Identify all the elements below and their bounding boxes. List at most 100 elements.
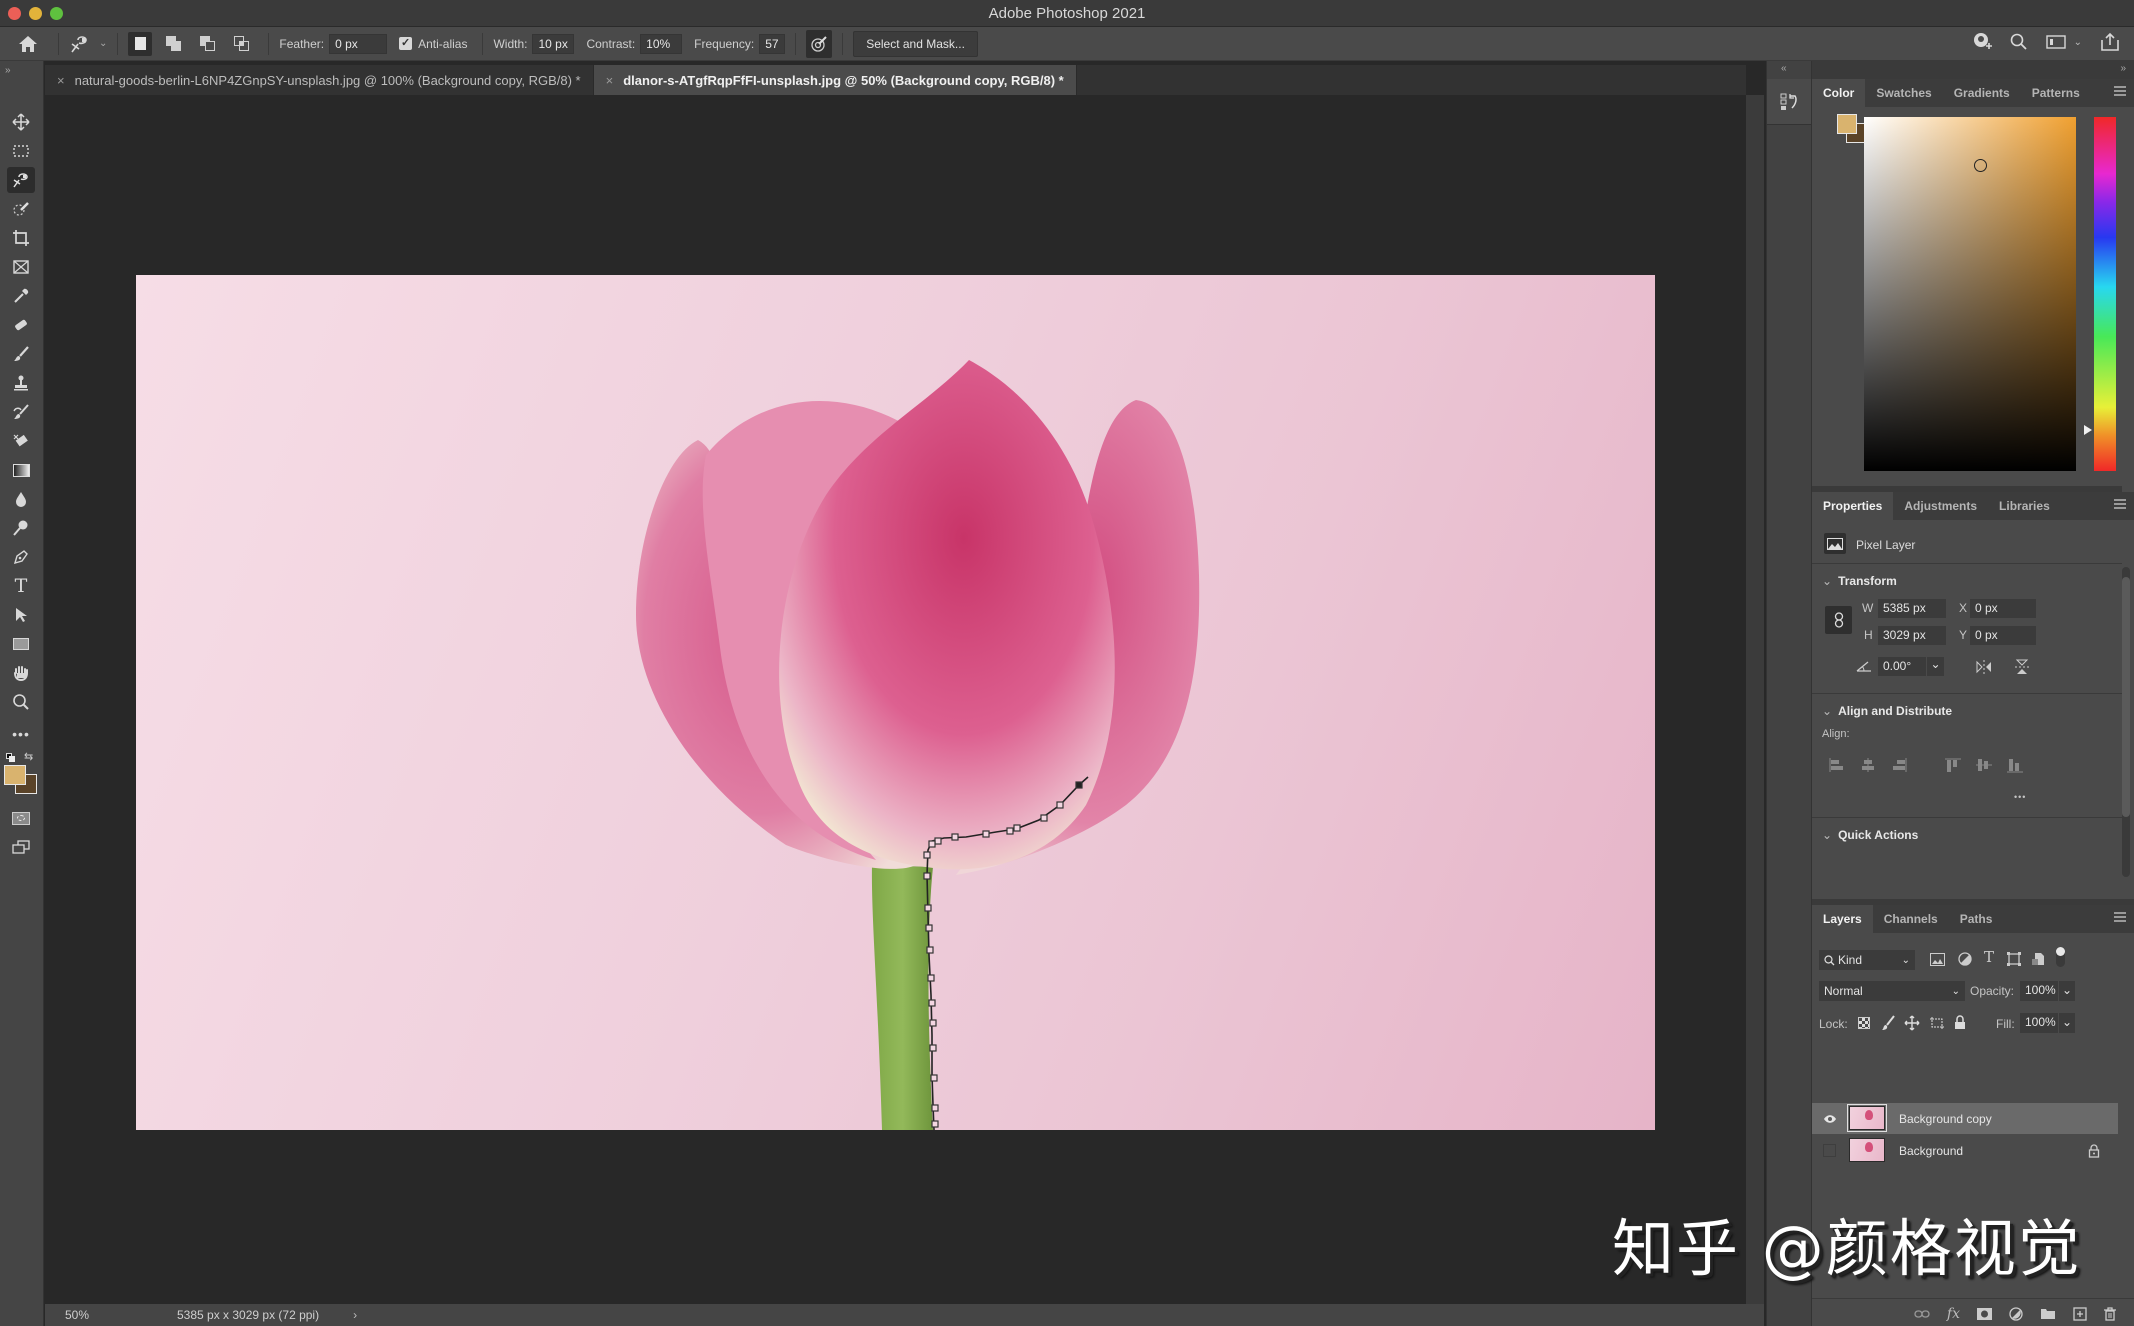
layer-row-background-copy[interactable]: Background copy xyxy=(1812,1103,2118,1134)
move-tool[interactable] xyxy=(7,109,35,135)
hue-slider-handle[interactable] xyxy=(2084,425,2092,435)
intersect-selection-button[interactable] xyxy=(230,32,254,56)
document-tab[interactable]: × natural-goods-berlin-L6NP4ZGnpSY-unspl… xyxy=(45,65,594,95)
close-tab-icon[interactable]: × xyxy=(57,73,65,88)
flip-vertical-icon[interactable] xyxy=(2014,658,2030,676)
layer-name[interactable]: Background xyxy=(1899,1144,1963,1158)
eyedropper-tool[interactable] xyxy=(7,283,35,309)
layer-row-background[interactable]: Background xyxy=(1812,1135,2118,1166)
fx-icon[interactable]: fx xyxy=(1947,1306,1960,1322)
filter-type-layers-icon[interactable]: T xyxy=(1984,948,1994,966)
spot-healing-tool[interactable] xyxy=(7,312,35,338)
layer-name[interactable]: Background copy xyxy=(1899,1112,1992,1126)
align-horizontal-centers-icon[interactable] xyxy=(1859,757,1877,773)
status-info-arrow[interactable]: › xyxy=(353,1308,357,1322)
lock-artboard-icon[interactable] xyxy=(1929,1016,1945,1030)
document-image[interactable] xyxy=(136,275,1655,1130)
tab-channels[interactable]: Channels xyxy=(1873,905,1949,933)
expand-panels-button[interactable]: » xyxy=(2120,63,2126,74)
align-distribute-section-header[interactable]: ⌄ Align and Distribute xyxy=(1822,704,1952,718)
type-tool[interactable]: T xyxy=(7,573,35,599)
color-picker-handle[interactable] xyxy=(1974,159,1987,172)
align-top-edges-icon[interactable] xyxy=(1944,757,1962,773)
rectangle-tool[interactable] xyxy=(7,631,35,657)
contrast-input[interactable]: 10% xyxy=(640,33,683,54)
transform-y-input[interactable]: 0 px xyxy=(1970,626,2036,645)
color-panel-foreground-swatch[interactable] xyxy=(1837,114,1857,134)
filter-pixel-layers-icon[interactable] xyxy=(1930,953,1945,966)
history-panel-button[interactable] xyxy=(1767,79,1811,125)
brush-tool[interactable] xyxy=(7,341,35,367)
gradient-tool[interactable] xyxy=(7,457,35,483)
tab-swatches[interactable]: Swatches xyxy=(1865,79,1942,107)
more-align-options-button[interactable]: ••• xyxy=(2014,792,2026,802)
transform-height-input[interactable]: 3029 px xyxy=(1878,626,1946,645)
document-tab-active[interactable]: × dlanor-s-ATgfRqpFfFI-unsplash.jpg @ 50… xyxy=(593,65,1077,95)
pen-pressure-button[interactable] xyxy=(806,29,833,58)
workspace-switcher[interactable]: ⌄ xyxy=(2045,34,2082,50)
opacity-input[interactable]: 100% xyxy=(2020,981,2058,1001)
canvas-scrollbar[interactable] xyxy=(1746,95,1764,1304)
rotation-angle-input[interactable]: 0.00° xyxy=(1878,657,1926,676)
flip-horizontal-icon[interactable] xyxy=(1975,659,1993,675)
link-layers-icon[interactable] xyxy=(1914,1309,1930,1319)
pen-tool[interactable] xyxy=(7,544,35,570)
layer-filter-kind-dropdown[interactable]: Kind ⌄ xyxy=(1819,950,1915,970)
tab-layers[interactable]: Layers xyxy=(1812,905,1873,933)
new-selection-button[interactable] xyxy=(128,31,153,56)
align-vertical-centers-icon[interactable] xyxy=(1975,757,1993,773)
path-selection-tool[interactable] xyxy=(7,602,35,628)
quick-mask-button[interactable] xyxy=(7,805,35,831)
collapse-panels-button[interactable]: « xyxy=(1781,63,1787,74)
width-input[interactable]: 10 px xyxy=(532,33,575,54)
trash-icon[interactable] xyxy=(2104,1306,2116,1321)
lock-image-pixels-icon[interactable] xyxy=(1881,1015,1895,1031)
new-adjustment-layer-icon[interactable] xyxy=(2009,1306,2023,1321)
magnetic-lasso-tool[interactable] xyxy=(7,167,35,193)
zoom-level[interactable]: 50% xyxy=(65,1308,135,1322)
subtract-from-selection-button[interactable] xyxy=(196,32,220,56)
dodge-tool[interactable] xyxy=(7,515,35,541)
quick-selection-tool[interactable] xyxy=(7,196,35,222)
foreground-color-swatch[interactable] xyxy=(4,765,26,785)
eye-visibility-icon[interactable] xyxy=(1823,1114,1837,1124)
new-layer-icon[interactable] xyxy=(2073,1306,2087,1321)
clone-stamp-tool[interactable] xyxy=(7,370,35,396)
edit-toolbar-button[interactable]: ••• xyxy=(7,721,35,747)
eraser-tool[interactable] xyxy=(7,428,35,454)
crop-tool[interactable] xyxy=(7,225,35,251)
rectangular-marquee-tool[interactable] xyxy=(7,138,35,164)
tab-color[interactable]: Color xyxy=(1812,79,1866,107)
filter-toggle[interactable] xyxy=(2056,947,2065,967)
tab-libraries[interactable]: Libraries xyxy=(1988,492,2061,520)
opacity-dropdown[interactable]: ⌄ xyxy=(2059,981,2075,1001)
link-dimensions-button[interactable] xyxy=(1825,606,1852,634)
tab-adjustments[interactable]: Adjustments xyxy=(1893,492,1988,520)
lock-transparent-pixels-icon[interactable] xyxy=(1858,1017,1870,1029)
blend-mode-dropdown[interactable]: Normal ⌄ xyxy=(1819,981,1965,1001)
share-icon[interactable] xyxy=(2100,32,2120,52)
properties-scrollbar[interactable] xyxy=(2122,567,2130,877)
collapse-toolbar-button[interactable]: » xyxy=(5,65,11,76)
hand-tool[interactable] xyxy=(7,660,35,686)
fill-input[interactable]: 100% xyxy=(2020,1013,2058,1033)
transform-section-header[interactable]: ⌄ Transform xyxy=(1822,574,1897,588)
zoom-tool[interactable] xyxy=(7,689,35,715)
color-saturation-field[interactable] xyxy=(1864,117,2076,471)
angle-dropdown[interactable]: ⌄ xyxy=(1927,657,1944,676)
lock-position-icon[interactable] xyxy=(1904,1015,1920,1031)
tab-patterns[interactable]: Patterns xyxy=(2021,79,2091,107)
add-mask-icon[interactable] xyxy=(1977,1307,1992,1320)
panel-menu-icon[interactable] xyxy=(2114,912,2126,922)
feather-input[interactable]: 0 px xyxy=(329,33,388,54)
tab-paths[interactable]: Paths xyxy=(1949,905,2004,933)
fill-dropdown[interactable]: ⌄ xyxy=(2059,1013,2075,1033)
new-group-folder-icon[interactable] xyxy=(2040,1307,2056,1320)
transform-width-input[interactable]: 5385 px xyxy=(1878,599,1946,618)
tab-gradients[interactable]: Gradients xyxy=(1943,79,2021,107)
frame-tool[interactable] xyxy=(7,254,35,280)
swap-colors-button[interactable]: ⇆ xyxy=(24,750,33,763)
hue-slider[interactable] xyxy=(2094,117,2116,471)
filter-shape-layers-icon[interactable] xyxy=(2007,952,2021,966)
home-button[interactable] xyxy=(18,27,42,60)
